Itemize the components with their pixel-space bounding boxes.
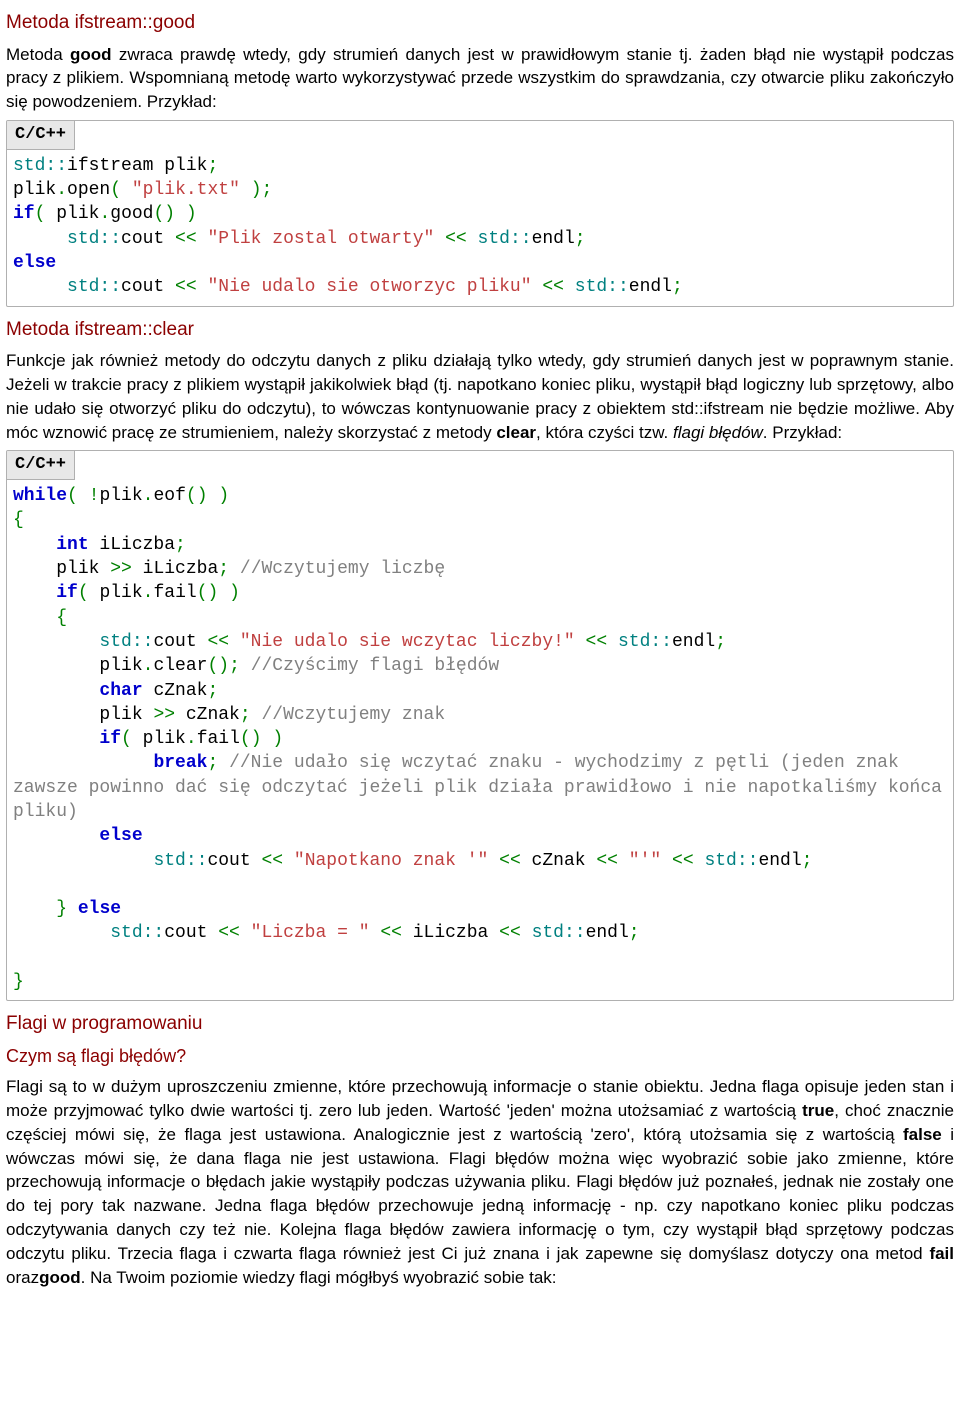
code-content: std::ifstream plik; plik.open( "plik.txt…: [7, 150, 953, 306]
code-content: while( !plik.eof() ) { int iLiczba; plik…: [7, 480, 953, 1000]
code-block-good: C/C++ std::ifstream plik; plik.open( "pl…: [6, 120, 954, 307]
para-good: Metoda good zwraca prawdę wtedy, gdy str…: [6, 43, 954, 114]
code-label: C/C++: [7, 121, 75, 150]
para-flags: Flagi są to w dużym uproszczeniu zmienne…: [6, 1075, 954, 1289]
code-block-clear: C/C++ while( !plik.eof() ) { int iLiczba…: [6, 450, 954, 1001]
code-label: C/C++: [7, 451, 75, 480]
heading-flags-sub: Czym są flagi błędów?: [6, 1044, 954, 1069]
heading-flags: Flagi w programowaniu: [6, 1011, 954, 1038]
para-clear: Funkcje jak również metody do odczytu da…: [6, 349, 954, 444]
heading-good: Metoda ifstream::good: [6, 10, 954, 37]
heading-clear: Metoda ifstream::clear: [6, 317, 954, 344]
